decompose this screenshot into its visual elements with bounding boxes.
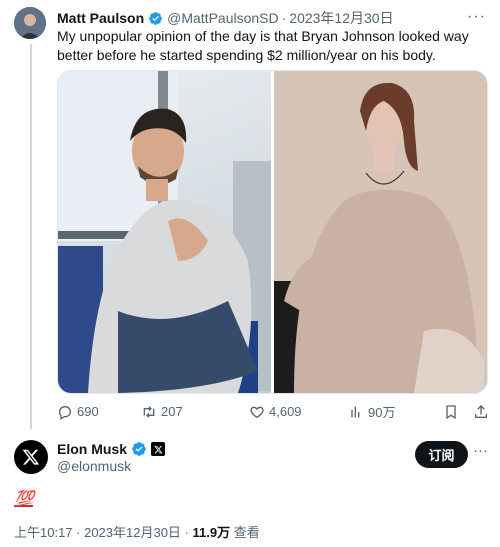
tweet-actions: 690 207 4,609 90万 — [57, 402, 489, 421]
bar-chart-icon — [351, 406, 360, 417]
tweet-date[interactable]: 2023年12月30日 — [289, 8, 393, 28]
share-button[interactable] — [473, 404, 489, 420]
photo-after-image — [274, 71, 487, 393]
like-count: 4,609 — [269, 404, 302, 419]
like-button[interactable]: 4,609 — [249, 404, 348, 420]
share-arrow-icon — [475, 404, 487, 418]
reply-button[interactable]: 690 — [57, 404, 137, 420]
avatar[interactable] — [14, 440, 48, 474]
main-tweet[interactable]: Elon Musk @elonmusk 订阅 ··· 💯 上午10:17 · 2… — [0, 430, 500, 547]
retweet-arrows-icon — [143, 405, 155, 418]
tweet-text: My unpopular opinion of the day is that … — [57, 28, 469, 63]
views-label: 查看 — [230, 525, 260, 540]
photo-before-image — [58, 71, 271, 393]
separator: · — [281, 10, 287, 26]
reply-count: 690 — [77, 404, 99, 419]
photo-before[interactable] — [58, 71, 271, 393]
views-count: 90万 — [368, 405, 396, 420]
display-name[interactable]: Elon Musk — [57, 441, 127, 457]
retweet-count: 207 — [161, 404, 183, 419]
avatar[interactable] — [14, 7, 46, 39]
more-options-icon[interactable]: ··· — [467, 8, 486, 26]
more-options-icon[interactable]: ··· — [473, 442, 488, 459]
tweet-text: 💯 — [14, 491, 34, 508]
bookmark-icon — [446, 404, 456, 419]
display-name[interactable]: Matt Paulson — [57, 10, 144, 26]
user-handle[interactable]: @MattPaulsonSD — [167, 10, 278, 26]
verified-badge-icon — [149, 11, 163, 25]
tweet-metadata: 上午10:17 · 2023年12月30日 · 11.9万 查看 — [14, 522, 260, 541]
quoted-tweet[interactable]: Matt Paulson @MattPaulsonSD · 2023年12月30… — [0, 0, 500, 432]
bookmark-button[interactable] — [443, 404, 459, 420]
views-button[interactable]: 90万 — [348, 402, 443, 421]
retweet-button[interactable]: 207 — [141, 404, 237, 420]
heart-icon — [250, 406, 264, 418]
x-affiliate-badge-icon[interactable] — [151, 442, 166, 456]
tweet-timestamp[interactable]: 上午10:17 · 2023年12月30日 · — [14, 525, 192, 540]
user-handle[interactable]: @elonmusk — [57, 458, 131, 474]
tweet-header: Matt Paulson @MattPaulsonSD · 2023年12月30… — [57, 8, 394, 28]
photo-after[interactable] — [274, 71, 487, 393]
speech-bubble-icon — [58, 405, 72, 420]
x-logo-icon — [22, 449, 40, 465]
subscribe-button[interactable]: 订阅 — [415, 441, 468, 468]
views-count: 11.9万 — [192, 525, 231, 540]
tweet-header: Elon Musk — [57, 441, 166, 457]
tweet-media[interactable] — [57, 70, 488, 394]
verified-badge-icon — [132, 442, 146, 456]
